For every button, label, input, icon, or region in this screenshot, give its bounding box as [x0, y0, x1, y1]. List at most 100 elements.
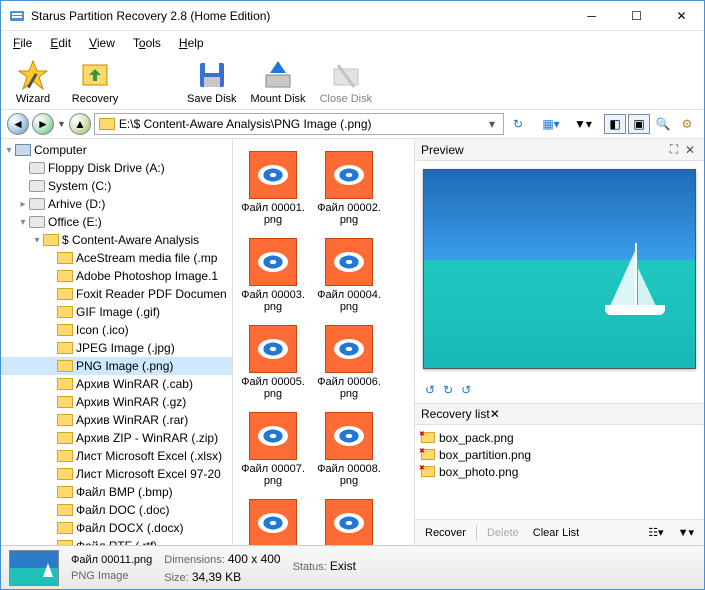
tree-label: System (C:) [48, 179, 111, 193]
file-thumbnail[interactable]: Файл 00004.png [313, 234, 385, 317]
file-thumbnail[interactable]: Файл 00002.png [313, 147, 385, 230]
tree-item[interactable]: AceStream media file (.mp [1, 249, 232, 267]
titlebar: Starus Partition Recovery 2.8 (Home Edit… [1, 1, 704, 31]
expander-icon[interactable]: ▾ [3, 145, 15, 156]
tree-item[interactable]: System (C:) [1, 177, 232, 195]
file-list[interactable]: Файл 00001.pngФайл 00002.pngФайл 00003.p… [233, 139, 414, 545]
closedisk-button: Close Disk [320, 59, 373, 105]
up-button[interactable]: ▲ [69, 113, 91, 135]
reclist-view-button[interactable]: ☷▾ [644, 524, 667, 541]
mountdisk-button[interactable]: Mount Disk [251, 59, 306, 105]
folder-icon [57, 252, 73, 264]
rotate-left-button[interactable]: ↺ [425, 383, 435, 397]
tree-label: Файл DOC (.doc) [76, 503, 170, 517]
folder-icon [57, 486, 73, 498]
reclist-opt-button[interactable]: ▼▾ [674, 524, 698, 541]
file-thumbnail[interactable]: Файл 00007.png [237, 408, 309, 491]
tree-item[interactable]: Foxit Reader PDF Documen [1, 285, 232, 303]
menu-view[interactable]: View [81, 33, 123, 53]
tree-item[interactable]: Файл BMP (.bmp) [1, 483, 232, 501]
drive-icon [29, 216, 45, 228]
file-thumbnail[interactable]: Файл 00008.png [313, 408, 385, 491]
tree-item[interactable]: GIF Image (.gif) [1, 303, 232, 321]
tree-label: Архив ZIP - WinRAR (.zip) [76, 431, 218, 445]
tree-label: Computer [34, 143, 87, 157]
expander-icon[interactable]: ▸ [17, 199, 29, 210]
panel2-button[interactable]: ▣ [628, 114, 650, 134]
status-thumbnail [9, 550, 59, 586]
recovery-item[interactable]: box_pack.png [421, 429, 698, 446]
minimize-button[interactable]: ─ [569, 1, 614, 30]
tree-item[interactable]: Архив WinRAR (.rar) [1, 411, 232, 429]
refresh-button[interactable]: ↻ [507, 113, 529, 135]
file-thumbnail[interactable]: Файл 00005.png [237, 321, 309, 404]
app-icon [9, 8, 25, 24]
rotate-right-button[interactable]: ↻ [443, 383, 453, 397]
drive-icon [29, 180, 45, 192]
tree-item[interactable]: Архив WinRAR (.gz) [1, 393, 232, 411]
tree-item[interactable]: Файл RTF (.rtf) [1, 537, 232, 545]
wizard-label: Wizard [16, 93, 50, 105]
filter-button[interactable]: ▼▾ [572, 114, 594, 134]
maximize-button[interactable]: ☐ [614, 1, 659, 30]
clearlist-button[interactable]: Clear List [529, 525, 583, 541]
recovery-button[interactable]: Recovery [71, 59, 119, 105]
tree-panel[interactable]: ▾ Computer Floppy Disk Drive (A:) System (C… [1, 139, 233, 545]
menu-edit[interactable]: Edit [42, 33, 79, 53]
tree-item[interactable]: Файл DOCX (.docx) [1, 519, 232, 537]
search-button[interactable]: 🔍 [652, 114, 674, 134]
tree-item[interactable]: Adobe Photoshop Image.1 [1, 267, 232, 285]
folder-icon [43, 234, 59, 246]
savedisk-button[interactable]: Save Disk [187, 59, 237, 105]
drive-icon [29, 198, 45, 210]
tree-item[interactable]: ▾$ Content-Aware Analysis [1, 231, 232, 249]
tree-item[interactable]: Лист Microsoft Excel 97-20 [1, 465, 232, 483]
file-thumbnail[interactable]: Файл 00006.png [313, 321, 385, 404]
tree-item[interactable]: ▾ Computer [1, 141, 232, 159]
panel1-button[interactable]: ◧ [604, 114, 626, 134]
tree-item[interactable]: PNG Image (.png) [1, 357, 232, 375]
file-thumbnail[interactable]: Файл 00009.png [237, 495, 309, 545]
file-thumbnail[interactable]: Файл 00003.png [237, 234, 309, 317]
tree-item[interactable]: Архив WinRAR (.cab) [1, 375, 232, 393]
menu-file[interactable]: File [5, 33, 40, 53]
close-button[interactable]: ✕ [659, 1, 704, 30]
status-dimensions: 400 x 400 [228, 552, 281, 566]
options-button[interactable]: ⚙ [676, 114, 698, 134]
view-button[interactable]: ▦▾ [540, 114, 562, 134]
address-input[interactable] [119, 117, 485, 131]
address-bar[interactable]: ▾ [94, 113, 504, 135]
preview-close-button[interactable]: ✕ [682, 143, 698, 157]
folder-icon [57, 324, 73, 336]
thumbnail-icon [249, 499, 297, 545]
file-thumbnail[interactable]: Файл 00010.png [313, 495, 385, 545]
file-icon [421, 466, 435, 477]
tree-item[interactable]: JPEG Image (.jpg) [1, 339, 232, 357]
tree-label: Floppy Disk Drive (A:) [48, 161, 165, 175]
tree-label: Архив WinRAR (.gz) [76, 395, 186, 409]
tree-item[interactable]: Floppy Disk Drive (A:) [1, 159, 232, 177]
back-button[interactable]: ◄ [7, 113, 29, 135]
tree-item[interactable]: Icon (.ico) [1, 321, 232, 339]
address-dropdown[interactable]: ▾ [485, 117, 499, 131]
recover-button[interactable]: Recover [421, 525, 470, 541]
expander-icon[interactable]: ▾ [17, 217, 29, 228]
recovery-list[interactable]: box_pack.pngbox_partition.pngbox_photo.p… [415, 425, 704, 519]
recovery-item[interactable]: box_partition.png [421, 446, 698, 463]
rotate-button[interactable]: ↺ [461, 383, 471, 397]
computer-icon [15, 144, 31, 156]
tree-item[interactable]: ▾Office (E:) [1, 213, 232, 231]
forward-button[interactable]: ► [32, 113, 54, 135]
preview-expand-button[interactable]: ⛶ [666, 142, 682, 157]
tree-item[interactable]: Файл DOC (.doc) [1, 501, 232, 519]
menu-tools[interactable]: Tools [125, 33, 169, 53]
tree-item[interactable]: Архив ZIP - WinRAR (.zip) [1, 429, 232, 447]
recovery-list-close-button[interactable]: ✕ [490, 407, 500, 421]
file-thumbnail[interactable]: Файл 00001.png [237, 147, 309, 230]
wizard-button[interactable]: Wizard [9, 59, 57, 105]
menu-help[interactable]: Help [171, 33, 212, 53]
tree-item[interactable]: Лист Microsoft Excel (.xlsx) [1, 447, 232, 465]
recovery-item[interactable]: box_photo.png [421, 463, 698, 480]
expander-icon[interactable]: ▾ [31, 235, 43, 246]
tree-item[interactable]: ▸Arhive (D:) [1, 195, 232, 213]
